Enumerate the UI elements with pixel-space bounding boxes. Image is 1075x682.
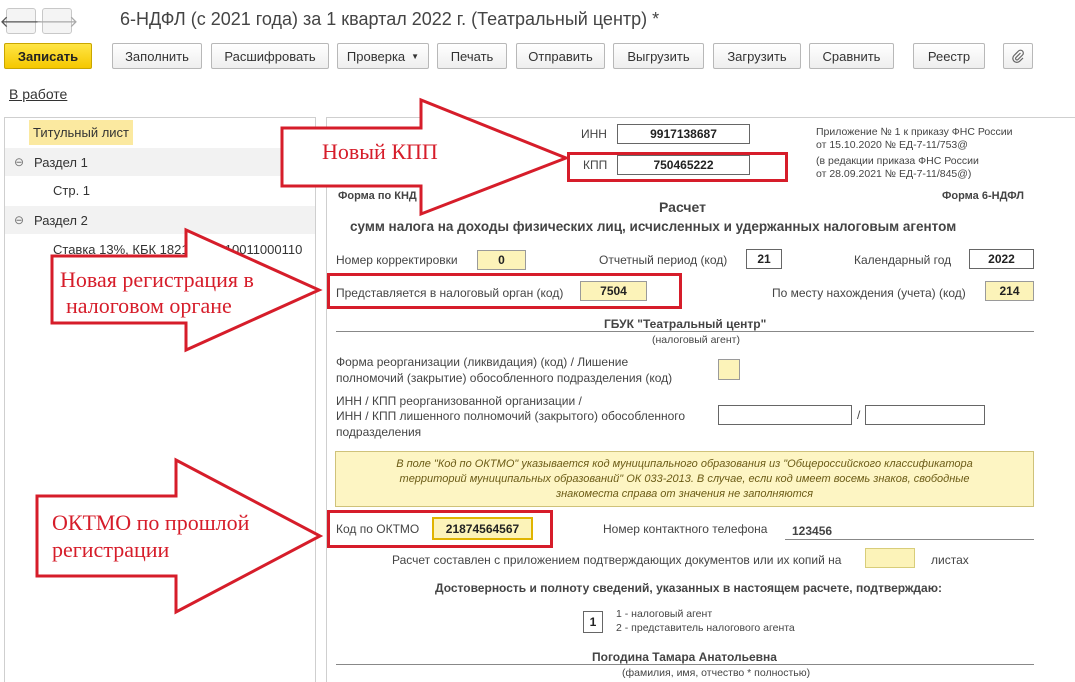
annotation-oktmo-line-2: регистрации (52, 537, 170, 562)
tax-office-highlight (327, 273, 682, 309)
annotation-new-kpp: Новый КПП (322, 139, 438, 164)
annotation-oktmo-line-1: ОКТМО по прошлой (52, 510, 250, 535)
annotation-arrows (35, 97, 571, 615)
arrow-oktmo-shape (35, 457, 324, 615)
oktmo-highlight (327, 510, 553, 548)
kpp-highlight (567, 152, 788, 182)
annotation-new-registration-line-1: Новая регистрация в (60, 267, 254, 292)
annotation-new-registration-line-2: налоговом органе (66, 293, 232, 318)
